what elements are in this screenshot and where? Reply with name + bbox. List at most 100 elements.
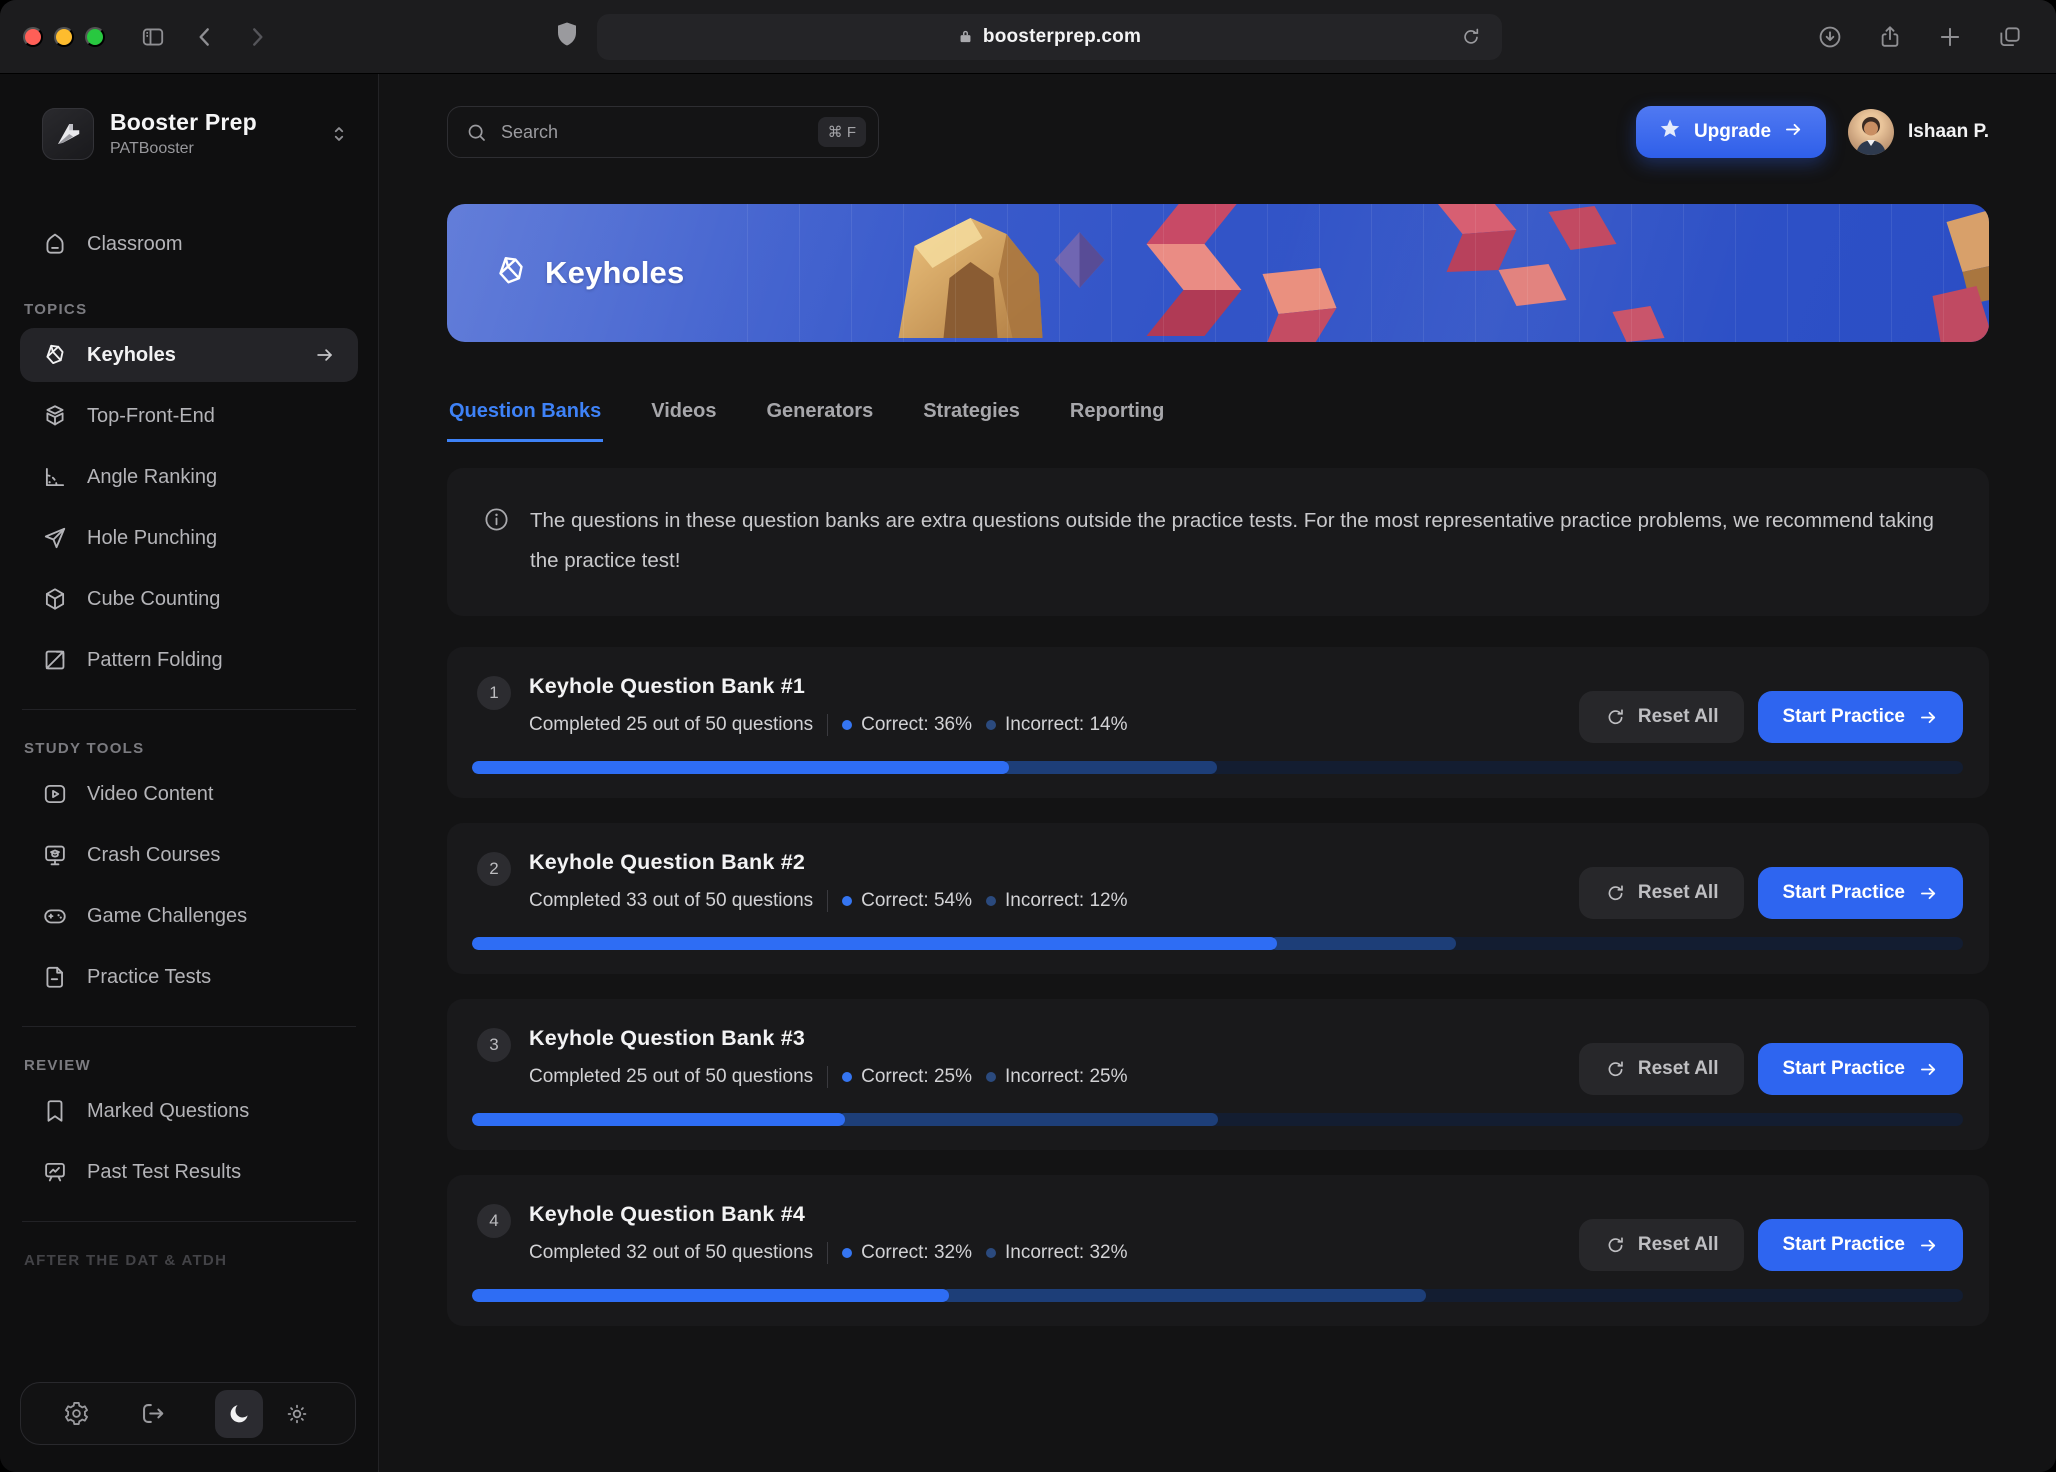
progress-bar: [472, 1289, 1963, 1302]
sidebar-item-hole-punching[interactable]: Hole Punching: [20, 511, 358, 565]
incorrect-dot: [986, 720, 996, 730]
sidebar-item-pattern-folding[interactable]: Pattern Folding: [20, 633, 358, 687]
arrow-right-icon: [314, 344, 336, 366]
sidebar-item-angle-ranking[interactable]: Angle Ranking: [20, 450, 358, 504]
close-window-button[interactable]: [23, 27, 43, 47]
upgrade-button[interactable]: Upgrade: [1636, 106, 1826, 158]
traffic-lights: [23, 27, 105, 47]
tab-reporting[interactable]: Reporting: [1068, 400, 1166, 442]
sidebar-item-label: Keyholes: [87, 344, 176, 367]
sidebar-item-label: Game Challenges: [87, 905, 247, 928]
divider: [827, 890, 828, 912]
settings-gear-icon[interactable]: [63, 1400, 90, 1427]
share-icon[interactable]: [1868, 15, 1912, 59]
completed-text: Completed 32 out of 50 questions: [529, 1242, 813, 1264]
tab-videos[interactable]: Videos: [649, 400, 718, 442]
arrow-right-icon: [1918, 1059, 1939, 1080]
search-shortcut-badge: ⌘ F: [818, 117, 866, 147]
past-test-results-icon: [42, 1159, 68, 1185]
forward-icon[interactable]: [235, 15, 279, 59]
sidebar-divider: [22, 709, 356, 710]
search-field[interactable]: ⌘ F: [447, 106, 879, 158]
completed-text: Completed 25 out of 50 questions: [529, 1066, 813, 1088]
divider: [827, 714, 828, 736]
arrow-right-icon: [1918, 1235, 1939, 1256]
sidebar-item-classroom[interactable]: Classroom: [20, 217, 358, 271]
incorrect-stat: Incorrect: 25%: [1005, 1066, 1128, 1088]
start-practice-button[interactable]: Start Practice: [1758, 1219, 1963, 1271]
back-icon[interactable]: [183, 15, 227, 59]
game-challenges-icon: [42, 903, 68, 929]
tab-generators[interactable]: Generators: [764, 400, 875, 442]
progress-incorrect-segment: [1270, 937, 1456, 950]
start-practice-button[interactable]: Start Practice: [1758, 691, 1963, 743]
workspace-switcher-icon[interactable]: [322, 122, 356, 146]
light-mode-sun-icon[interactable]: [273, 1390, 321, 1438]
info-note: The questions in these question banks ar…: [447, 468, 1989, 616]
completed-text: Completed 33 out of 50 questions: [529, 890, 813, 912]
sidebar-item-cube-counting[interactable]: Cube Counting: [20, 572, 358, 626]
reload-icon[interactable]: [1454, 25, 1488, 49]
sign-out-icon[interactable]: [139, 1400, 166, 1427]
sidebar-item-label: Past Test Results: [87, 1161, 241, 1184]
url-text: boosterprep.com: [983, 26, 1141, 48]
tab-strategies[interactable]: Strategies: [921, 400, 1022, 442]
keyholes-banner-icon: [493, 253, 529, 294]
progress-incorrect-segment: [942, 1289, 1426, 1302]
search-input[interactable]: [499, 121, 818, 144]
sidebar-item-crash-courses[interactable]: Crash Courses: [20, 828, 358, 882]
tab-overview-icon[interactable]: [1988, 15, 2032, 59]
sidebar-item-marked-questions[interactable]: Marked Questions: [20, 1084, 358, 1138]
progress-correct-segment: [472, 937, 1277, 950]
sidebar-item-label: Hole Punching: [87, 527, 217, 550]
sidebar-item-label: Cube Counting: [87, 588, 220, 611]
progress-bar: [472, 761, 1963, 774]
sidebar-item-top-front-end[interactable]: Top-Front-End: [20, 389, 358, 443]
classroom-icon: [42, 231, 68, 257]
hole-punching-icon: [42, 525, 68, 551]
completed-text: Completed 25 out of 50 questions: [529, 714, 813, 736]
main-content: ⌘ F Upgrade Ishaan P.: [379, 74, 2056, 1472]
correct-stat: Correct: 36%: [861, 714, 972, 736]
correct-stat: Correct: 54%: [861, 890, 972, 912]
sidebar-item-label: Practice Tests: [87, 966, 211, 989]
sidebar-item-video-content[interactable]: Video Content: [20, 767, 358, 821]
reset-all-button[interactable]: Reset All: [1579, 691, 1745, 743]
section-label: TOPICS: [24, 301, 378, 318]
start-practice-button[interactable]: Start Practice: [1758, 1043, 1963, 1095]
new-tab-icon[interactable]: [1928, 15, 1972, 59]
sidebar-item-game-challenges[interactable]: Game Challenges: [20, 889, 358, 943]
reset-all-button[interactable]: Reset All: [1579, 1043, 1745, 1095]
sidebar-toggle-icon[interactable]: [131, 15, 175, 59]
sidebar-item-keyholes[interactable]: Keyholes: [20, 328, 358, 382]
minimize-window-button[interactable]: [54, 27, 74, 47]
sidebar-item-label: Angle Ranking: [87, 466, 217, 489]
user-avatar[interactable]: [1848, 109, 1894, 155]
incorrect-stat: Incorrect: 12%: [1005, 890, 1128, 912]
start-practice-button[interactable]: Start Practice: [1758, 867, 1963, 919]
practice-tests-icon: [42, 964, 68, 990]
arrow-right-icon: [1918, 883, 1939, 904]
dark-mode-moon-icon[interactable]: [215, 1390, 263, 1438]
question-bank-card: 4 Keyhole Question Bank #4 Completed 32 …: [447, 1175, 1989, 1326]
sidebar-item-past-test-results[interactable]: Past Test Results: [20, 1145, 358, 1199]
sidebar-divider: [22, 1026, 356, 1027]
downloads-icon[interactable]: [1808, 15, 1852, 59]
privacy-shield-icon[interactable]: [555, 21, 579, 52]
sidebar-item-label: Marked Questions: [87, 1100, 249, 1123]
brand[interactable]: Booster Prep PATBooster: [42, 108, 356, 160]
sidebar-item-label: Pattern Folding: [87, 649, 223, 672]
reset-all-button[interactable]: Reset All: [1579, 867, 1745, 919]
top-front-end-icon: [42, 403, 68, 429]
sidebar-item-practice-tests[interactable]: Practice Tests: [20, 950, 358, 1004]
divider: [827, 1242, 828, 1264]
reset-icon: [1605, 1059, 1626, 1080]
info-note-text: The questions in these question banks ar…: [530, 501, 1949, 581]
zoom-window-button[interactable]: [85, 27, 105, 47]
reset-all-button[interactable]: Reset All: [1579, 1219, 1745, 1271]
browser-chrome: boosterprep.com: [0, 0, 2056, 74]
tab-question-banks[interactable]: Question Banks: [447, 400, 603, 442]
address-bar[interactable]: boosterprep.com: [597, 14, 1502, 60]
sidebar: Booster Prep PATBooster Classroom TOPICS K…: [0, 74, 379, 1472]
marked-questions-icon: [42, 1098, 68, 1124]
